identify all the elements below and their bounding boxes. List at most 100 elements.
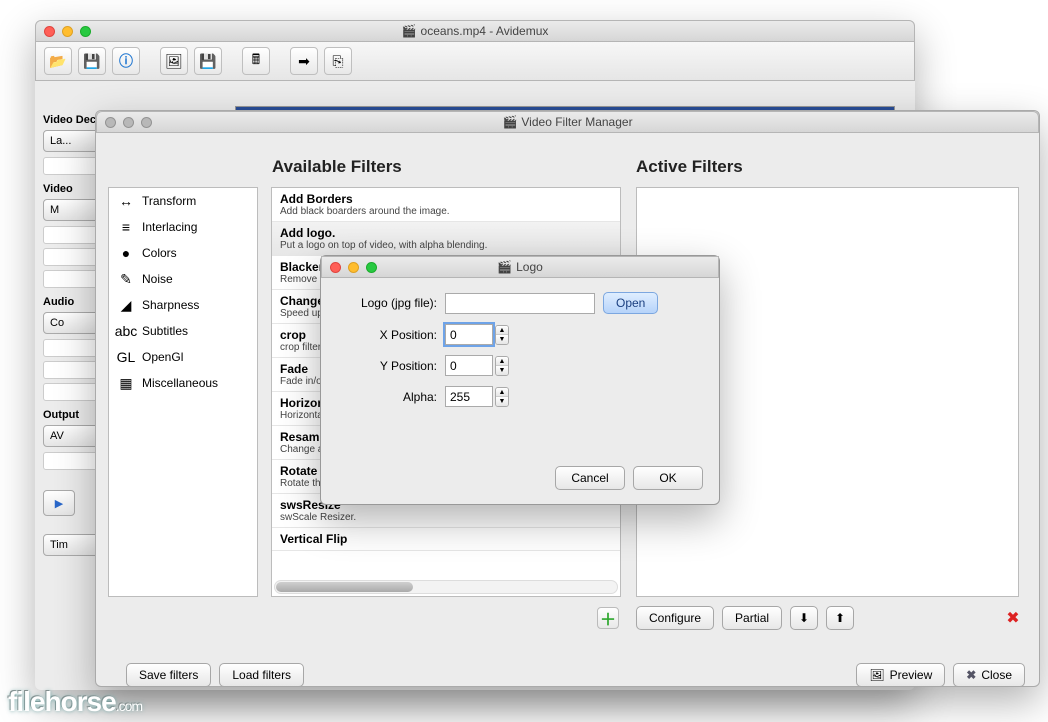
y-stepper[interactable]: ▲▼ (495, 356, 509, 376)
chevron-down-icon[interactable]: ▼ (496, 397, 508, 406)
category-label: OpenGl (142, 350, 183, 364)
process-button[interactable]: ➡ (290, 47, 318, 75)
category-icon: GL (117, 349, 135, 365)
filter-desc: swScale Resizer. (280, 512, 612, 523)
preview-button[interactable]: 🖼Preview (856, 663, 945, 687)
dialog-title: Logo (516, 260, 543, 274)
chevron-down-icon[interactable]: ▼ (496, 366, 508, 375)
category-noise[interactable]: ✎ Noise (109, 266, 257, 292)
chevron-up-icon[interactable]: ▲ (496, 357, 508, 366)
alpha-stepper[interactable]: ▲▼ (495, 387, 509, 407)
x-input[interactable] (445, 324, 493, 345)
category-sharpness[interactable]: ◢ Sharpness (109, 292, 257, 318)
close-icon[interactable] (330, 262, 341, 273)
filter-desc: Put a logo on top of video, with alpha b… (280, 240, 612, 251)
main-titlebar[interactable]: 🎬 oceans.mp4 - Avidemux (35, 20, 915, 42)
open-file-button[interactable]: Open (603, 292, 658, 314)
logo-dialog: 🎬Logo Logo (jpg file): Open X Position: … (320, 255, 720, 505)
clapper-icon: 🎬 (502, 115, 517, 129)
minimize-icon[interactable] (348, 262, 359, 273)
y-input[interactable] (445, 355, 493, 376)
load-filters-button[interactable]: Load filters (219, 663, 304, 687)
alpha-label: Alpha: (339, 390, 437, 404)
category-label: Noise (142, 272, 173, 286)
main-toolbar: 📂 💾 ⓘ 🖼 💾 🖩 ➡ ⎘ (35, 42, 915, 81)
ok-button[interactable]: OK (633, 466, 703, 490)
arrow-up-icon: ⬆ (835, 611, 845, 625)
plus-icon: ＋ (600, 606, 616, 630)
play-button[interactable]: ▶ (43, 490, 75, 516)
traffic-lights (36, 22, 99, 41)
zoom-icon[interactable] (366, 262, 377, 273)
filter-title: Add Borders (280, 192, 612, 206)
add-filter-button[interactable]: ＋ (597, 607, 619, 629)
save-button[interactable]: 💾 (78, 47, 106, 75)
filter-item[interactable]: Add logo.Put a logo on top of video, wit… (272, 222, 620, 256)
picture-icon: 🖼 (869, 668, 884, 682)
filter-titlebar[interactable]: 🎬 Video Filter Manager (96, 111, 1039, 133)
category-label: Interlacing (142, 220, 197, 234)
minimize-icon[interactable] (62, 26, 73, 37)
category-label: Sharpness (142, 298, 199, 312)
close-button[interactable]: ✖Close (953, 663, 1025, 687)
configure-button[interactable]: Configure (636, 606, 714, 630)
zoom-icon[interactable] (80, 26, 91, 37)
category-list: ↔Transform ≡ Interlacing ● Colors ✎ Noise ◢ Shar… (108, 187, 258, 597)
remove-filter-button[interactable]: ✖ (999, 606, 1027, 630)
category-colors[interactable]: ● Colors (109, 240, 257, 266)
category-opengl[interactable]: GL OpenGl (109, 344, 257, 370)
filter-item[interactable]: Vertical Flip (272, 528, 620, 551)
active-filters-label: Active Filters (636, 157, 743, 177)
traffic-lights (97, 113, 160, 132)
category-subtitles[interactable]: abcSubtitles (109, 318, 257, 344)
category-miscellaneous[interactable]: ▦ Miscellaneous (109, 370, 257, 396)
minimize-icon[interactable] (123, 117, 134, 128)
file-label: Logo (jpg file): (339, 296, 437, 310)
partial-button[interactable]: Partial (722, 606, 782, 630)
clapper-icon: 🎬 (497, 260, 512, 274)
close-icon[interactable] (44, 26, 55, 37)
move-down-button[interactable]: ⬇ (790, 606, 818, 630)
category-icon: ≡ (117, 219, 135, 235)
open-button[interactable]: 📂 (44, 47, 72, 75)
category-label: Colors (142, 246, 177, 260)
chevron-up-icon[interactable]: ▲ (496, 326, 508, 335)
scroll-thumb[interactable] (276, 582, 413, 592)
category-icon: ● (117, 245, 135, 261)
filter-desc: Add black boarders around the image. (280, 206, 612, 217)
play-icon: ▶ (55, 497, 63, 510)
save2-button[interactable]: 💾 (194, 47, 222, 75)
chevron-down-icon[interactable]: ▼ (496, 335, 508, 344)
main-title: oceans.mp4 - Avidemux (421, 24, 549, 38)
zoom-icon[interactable] (141, 117, 152, 128)
file-input[interactable] (445, 293, 595, 314)
category-label: Miscellaneous (142, 376, 218, 390)
image-button[interactable]: 🖼 (160, 47, 188, 75)
category-icon: ✎ (117, 271, 135, 287)
category-icon: ◢ (117, 297, 135, 313)
chevron-up-icon[interactable]: ▲ (496, 388, 508, 397)
filter-item[interactable]: Add BordersAdd black boarders around the… (272, 188, 620, 222)
export-button[interactable]: ⎘ (324, 47, 352, 75)
arrow-down-icon: ⬇ (799, 611, 809, 625)
calc-button[interactable]: 🖩 (242, 47, 270, 75)
cancel-button[interactable]: Cancel (555, 466, 625, 490)
available-filters-label: Available Filters (272, 157, 402, 177)
move-up-button[interactable]: ⬆ (826, 606, 854, 630)
close-icon[interactable] (105, 117, 116, 128)
category-icon: ▦ (117, 375, 135, 391)
category-interlacing[interactable]: ≡ Interlacing (109, 214, 257, 240)
filter-title: Vertical Flip (280, 532, 612, 546)
filter-title: Add logo. (280, 226, 612, 240)
x-label: X Position: (339, 328, 437, 342)
category-icon: ↔ (117, 193, 135, 209)
clapper-icon: 🎬 (402, 24, 417, 38)
alpha-input[interactable] (445, 386, 493, 407)
scrollbar[interactable] (274, 580, 618, 594)
close-x-icon: ✖ (966, 668, 976, 682)
info-button[interactable]: ⓘ (112, 47, 140, 75)
dialog-titlebar[interactable]: 🎬 Logo (321, 256, 719, 278)
x-stepper[interactable]: ▲▼ (495, 325, 509, 345)
filter-title: Video Filter Manager (521, 115, 632, 129)
category-transform[interactable]: ↔Transform (109, 188, 257, 214)
